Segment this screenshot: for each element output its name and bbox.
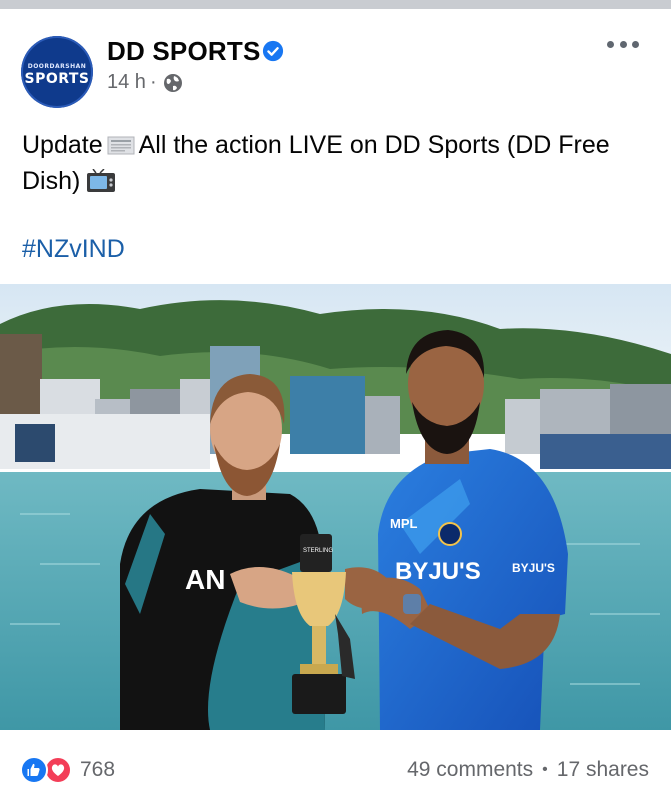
byjus-chest-text: BYJU'S bbox=[395, 558, 481, 585]
meta-separator: · bbox=[149, 71, 157, 93]
page-avatar[interactable]: DOORDARSHAN SPORTS bbox=[21, 36, 93, 108]
more-dot-icon bbox=[632, 40, 639, 48]
wristwatch-icon bbox=[403, 594, 421, 614]
post-text-part1: Update bbox=[22, 131, 103, 159]
stats-separator: • bbox=[542, 761, 548, 778]
post-photo[interactable]: AN MPL BYJU'S BYJU'S STERLING bbox=[0, 284, 671, 730]
newspaper-emoji-icon bbox=[107, 136, 135, 155]
television-emoji-icon bbox=[87, 169, 116, 192]
love-icon bbox=[44, 756, 72, 784]
hashtag-link[interactable]: #NZvIND bbox=[22, 235, 125, 264]
post-header: DOORDARSHAN SPORTS DD SPORTS 14 h · bbox=[0, 9, 671, 121]
post-message: Update All the action LIVE on DD Sports … bbox=[22, 127, 642, 199]
globe-icon[interactable] bbox=[163, 73, 183, 93]
reactions-summary[interactable]: 768 bbox=[20, 756, 115, 784]
bcci-crest-icon bbox=[438, 522, 462, 546]
comments-count-link[interactable]: 49 comments bbox=[407, 758, 533, 782]
more-dot-icon bbox=[619, 40, 627, 48]
more-dot-icon bbox=[607, 40, 614, 48]
byjus-sleeve-text: BYJU'S bbox=[512, 561, 555, 575]
trophy-tag-text: STERLING bbox=[303, 548, 333, 554]
engagement-stats: 49 comments • 17 shares bbox=[407, 758, 649, 782]
shares-count-link[interactable]: 17 shares bbox=[557, 758, 649, 782]
avatar-main-text: SPORTS bbox=[24, 71, 90, 87]
post-timestamp[interactable]: 14 h bbox=[107, 71, 146, 94]
mpl-logo-text: MPL bbox=[390, 516, 418, 531]
verified-badge-icon bbox=[262, 40, 284, 62]
more-options-button[interactable] bbox=[607, 36, 639, 52]
top-divider bbox=[0, 0, 671, 9]
post-meta: 14 h · bbox=[107, 71, 183, 94]
avatar-small-text: DOORDARSHAN bbox=[27, 63, 87, 70]
like-icon bbox=[20, 756, 48, 784]
post-footer: 768 49 comments • 17 shares bbox=[0, 730, 671, 800]
nz-jersey-text: AN bbox=[185, 564, 225, 595]
page-name-link[interactable]: DD SPORTS bbox=[107, 36, 260, 67]
reaction-count: 768 bbox=[80, 758, 116, 781]
